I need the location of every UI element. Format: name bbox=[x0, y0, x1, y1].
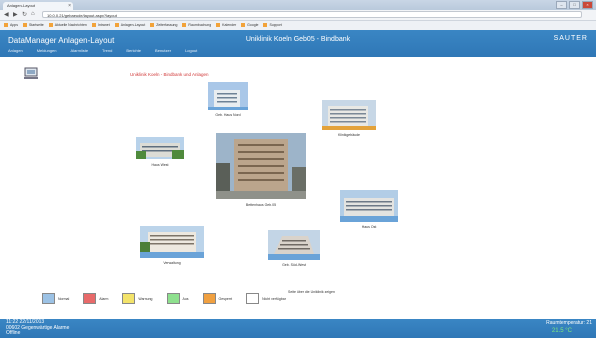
legend-swatch bbox=[122, 293, 136, 304]
building-thumbnail[interactable] bbox=[136, 137, 184, 159]
tab-title: Anlagen-Layout bbox=[7, 3, 36, 8]
reload-icon[interactable]: ↻ bbox=[22, 11, 27, 18]
app-nav: Anlagen Meldungen Alarmliste Trend Beric… bbox=[8, 48, 197, 53]
legend-swatch bbox=[42, 293, 55, 304]
legend-swatch bbox=[202, 293, 216, 304]
building-label: Verwaltung bbox=[163, 261, 181, 265]
building-label: Geb. Haus Nord bbox=[215, 113, 241, 117]
bookmark-item[interactable]: Support bbox=[263, 21, 281, 30]
building-photo bbox=[208, 82, 248, 110]
building-label: Haus Ost bbox=[361, 225, 377, 229]
nav-item[interactable]: Anlagen bbox=[8, 48, 23, 53]
page-title: Uniklinik Koeln Geb05 - Bindbank bbox=[245, 36, 351, 43]
connection-status: Offline bbox=[6, 330, 21, 336]
nav-item[interactable]: Meldungen bbox=[37, 48, 57, 53]
status-legend: Normal Alarm Warnung Aus Gesperrt Nicht … bbox=[42, 293, 286, 304]
legend-swatch bbox=[246, 293, 260, 304]
room-temperature-value: 21.5 °C bbox=[551, 328, 572, 334]
building-photo bbox=[268, 230, 320, 260]
app-header: DataManager Anlagen-Layout Uniklinik Koe… bbox=[0, 30, 596, 57]
legend-label: Nicht verfügbar bbox=[262, 296, 286, 301]
forward-arrow-icon[interactable]: ▶ bbox=[13, 11, 18, 18]
nav-item[interactable]: Logout bbox=[185, 48, 197, 53]
back-arrow-icon[interactable]: ◀ bbox=[4, 11, 9, 18]
home-icon[interactable]: ⌂ bbox=[31, 11, 35, 17]
main-content: Uniklinik Koeln - Bindbank und Anlagen G… bbox=[0, 57, 596, 319]
legend-item: Nicht verfügbar bbox=[246, 293, 286, 304]
nav-item[interactable]: Benutzer bbox=[155, 48, 171, 53]
legend-item: Gesperrt bbox=[202, 293, 233, 304]
building-thumbnail[interactable] bbox=[216, 133, 306, 199]
legend-item: Alarm bbox=[83, 293, 108, 304]
legend-swatch bbox=[166, 293, 180, 304]
legend-item: Warnung bbox=[122, 293, 153, 304]
nav-item[interactable]: Trend bbox=[102, 48, 112, 53]
minimize-button[interactable]: – bbox=[556, 1, 567, 9]
window-controls: – □ × bbox=[556, 1, 593, 9]
bookmark-item[interactable]: Google bbox=[241, 21, 258, 30]
browser-tab[interactable]: Anlagen-Layout × bbox=[3, 2, 73, 10]
maximize-button[interactable]: □ bbox=[569, 1, 580, 9]
window-close-button[interactable]: × bbox=[582, 1, 593, 9]
legend-item: Normal bbox=[42, 293, 69, 304]
bookmark-item[interactable]: Aktuelle Nachrichten bbox=[49, 21, 87, 30]
legend-label: Normal bbox=[58, 296, 70, 301]
computer-icon[interactable] bbox=[23, 67, 39, 79]
building-photo bbox=[322, 100, 376, 130]
legend-label: Gesperrt bbox=[218, 296, 233, 301]
building-label: Geb. Süd-West bbox=[282, 263, 306, 267]
bookmark-item[interactable]: Apps bbox=[4, 21, 18, 30]
building-label: Bettenhaus Geb.05 bbox=[245, 203, 277, 207]
legend-label: Aus bbox=[182, 296, 189, 301]
browser-tabstrip: Anlagen-Layout × – □ × bbox=[0, 0, 596, 10]
building-photo bbox=[140, 226, 204, 258]
legend-swatch bbox=[83, 293, 97, 304]
bookmark-item[interactable]: Kalender bbox=[216, 21, 236, 30]
bookmark-item[interactable]: Intranet bbox=[92, 21, 110, 30]
building-thumbnail[interactable] bbox=[322, 100, 376, 130]
bookmark-item[interactable]: Startseite bbox=[23, 21, 44, 30]
nav-item[interactable]: Alarmliste bbox=[70, 48, 88, 53]
building-thumbnail[interactable] bbox=[268, 230, 320, 260]
building-photo bbox=[216, 133, 306, 199]
legend-label: Alarm bbox=[99, 296, 109, 301]
content-heading: Uniklinik Koeln - Bindbank und Anlagen bbox=[130, 72, 209, 77]
url-field[interactable]: 10.0.0.21/gebaeude/layout.aspx?layout bbox=[42, 11, 582, 18]
close-tab-icon[interactable]: × bbox=[68, 2, 71, 10]
building-thumbnail[interactable] bbox=[340, 190, 398, 222]
bookmark-item[interactable]: Anlagen-Layout bbox=[115, 21, 146, 30]
building-thumbnail[interactable] bbox=[208, 82, 248, 110]
info-link[interactable]: Seite über die Uniklinik zeigen bbox=[288, 290, 335, 294]
building-photo bbox=[340, 190, 398, 222]
browser-toolbar: ◀ ▶ ↻ ⌂ 10.0.0.21/gebaeude/layout.aspx?l… bbox=[0, 10, 596, 21]
building-label: Klinikgebäude bbox=[338, 133, 360, 137]
brand-logo: SAUTER bbox=[553, 35, 588, 42]
nav-item[interactable]: Berichte bbox=[126, 48, 141, 53]
legend-item: Aus bbox=[166, 293, 189, 304]
room-temperature-label: Raumtemperatur: 21 bbox=[546, 320, 592, 326]
building-photo bbox=[136, 137, 184, 159]
bookmark-item[interactable]: Raumbuchung bbox=[182, 21, 211, 30]
legend-label: Warnung bbox=[138, 296, 153, 301]
building-label: Haus West bbox=[151, 163, 169, 167]
building-thumbnail[interactable] bbox=[140, 226, 204, 258]
status-footer: 11:22 22/11/2013 00602 Gegenwärtige Alar… bbox=[0, 319, 596, 338]
bookmark-item[interactable]: Zeiterfassung bbox=[150, 21, 177, 30]
footer-status: 11:22 22/11/2013 00602 Gegenwärtige Alar… bbox=[6, 319, 69, 337]
